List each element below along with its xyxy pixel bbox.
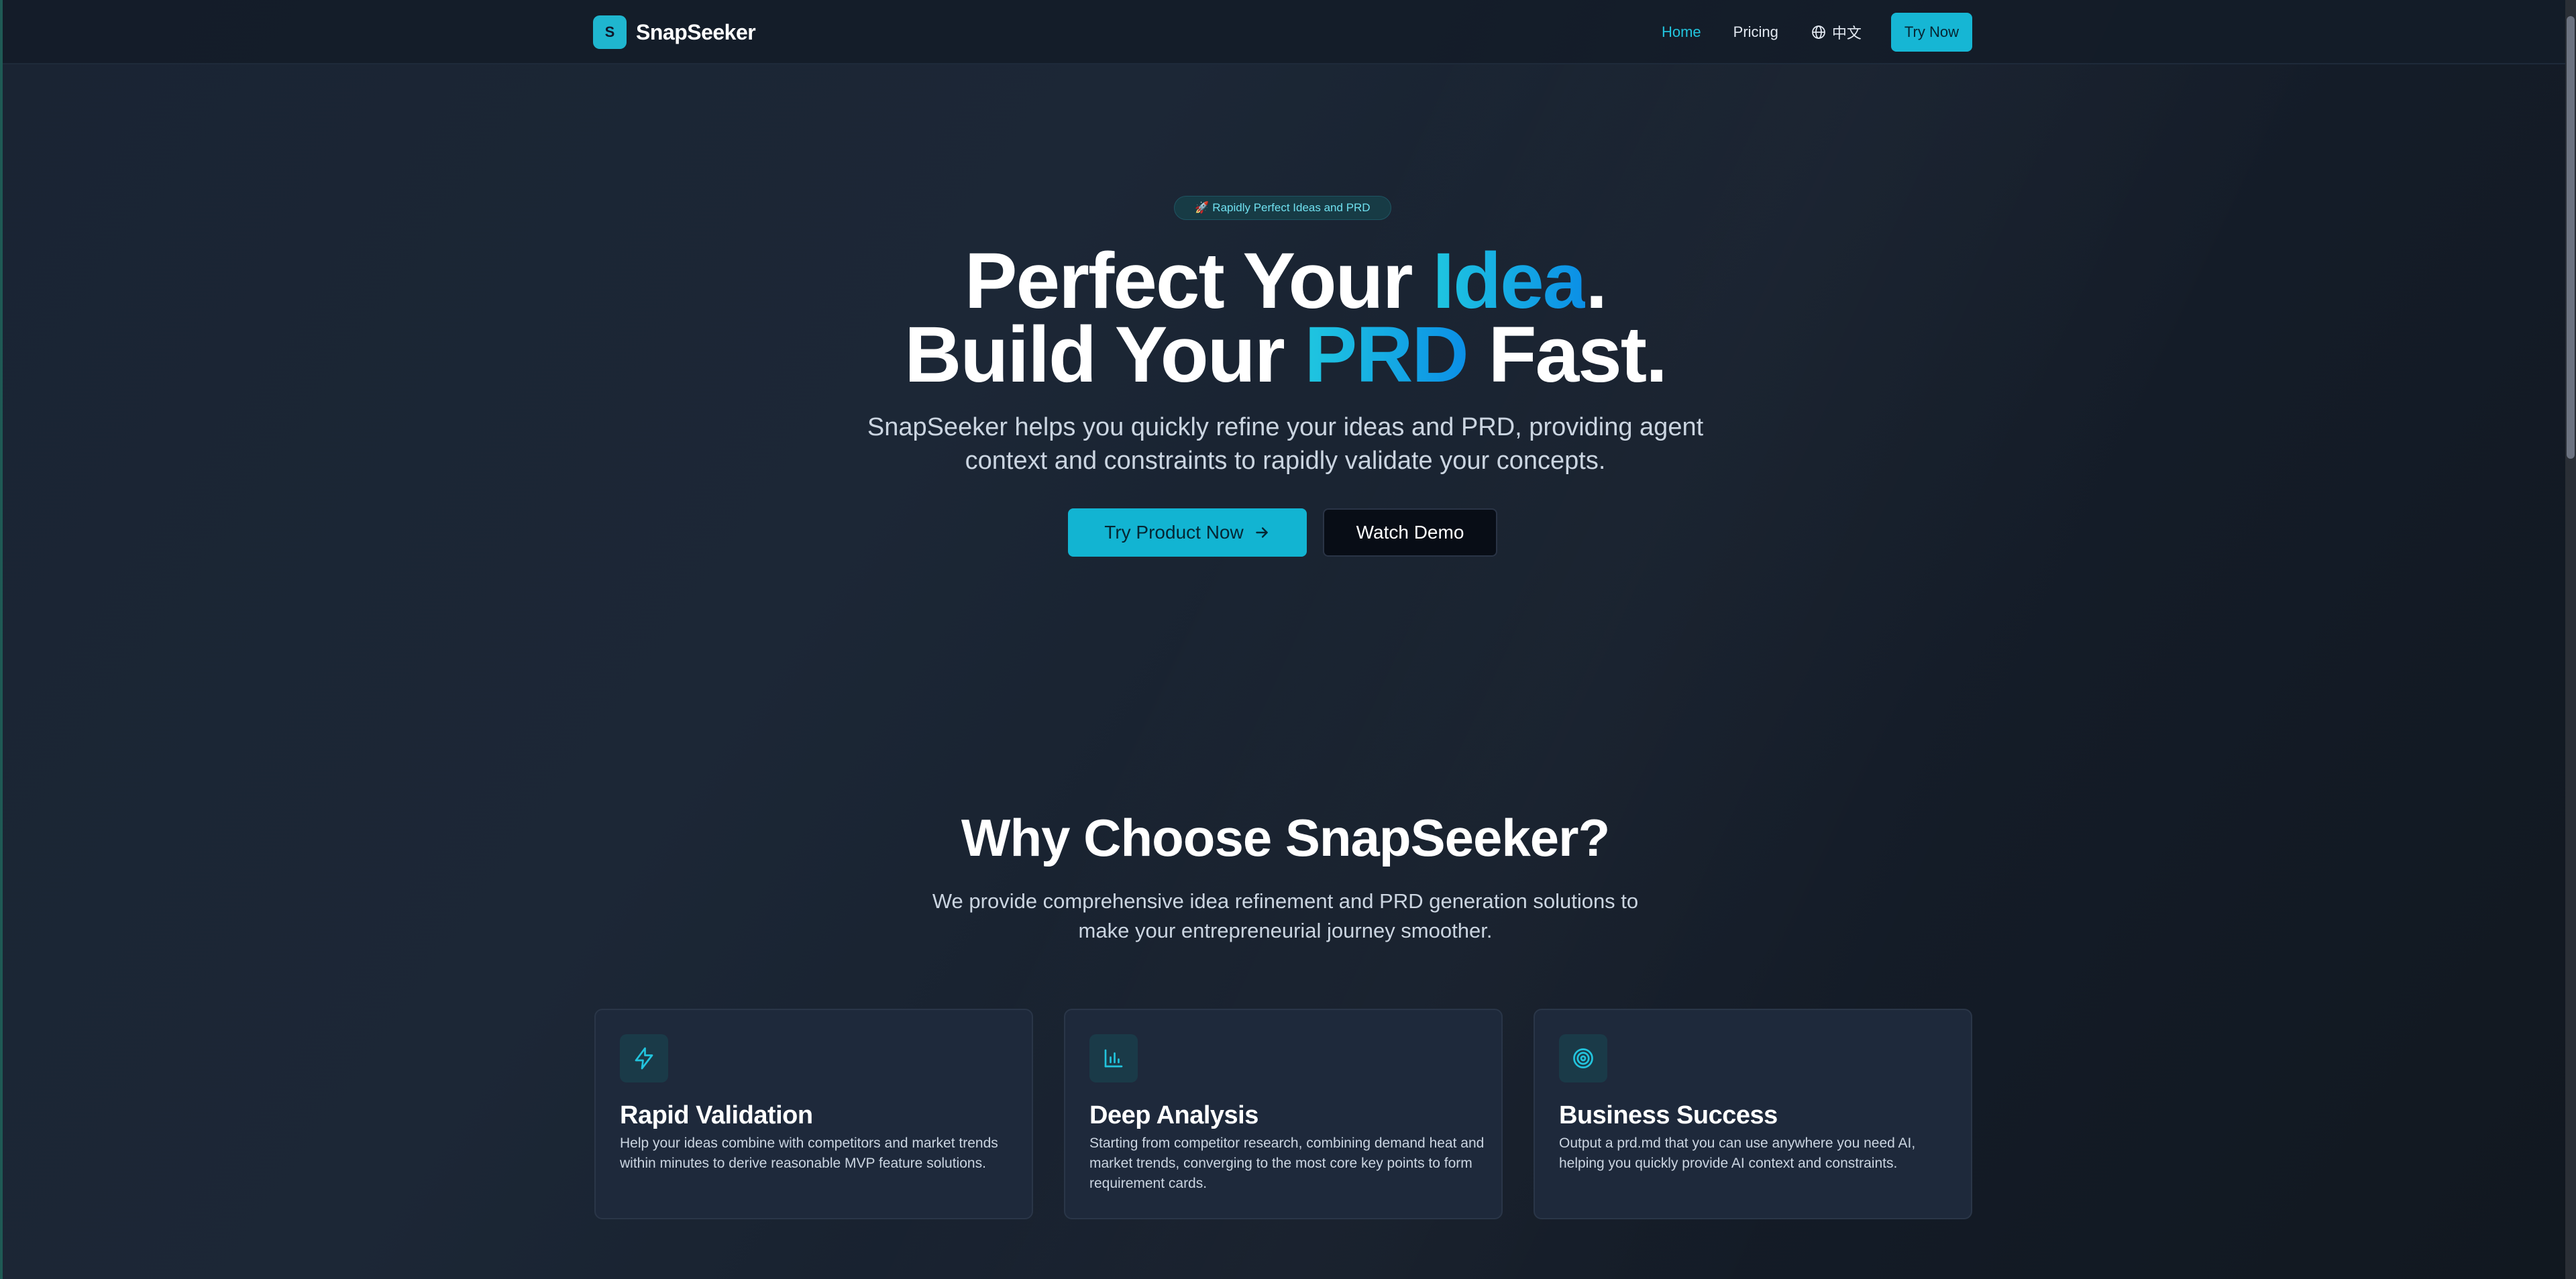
target-icon <box>1573 1048 1593 1068</box>
bar-chart-icon <box>1104 1049 1123 1068</box>
hero-title-2-pre: Build Your <box>904 311 1305 399</box>
card-title: Business Success <box>1559 1101 1778 1129</box>
lightning-icon <box>635 1047 653 1070</box>
feature-card-rapid-validation: Rapid Validation Help your ideas combine… <box>594 1009 1033 1219</box>
card-description: Help your ideas combine with competitors… <box>620 1135 998 1171</box>
card-icon-wrapper <box>620 1034 668 1082</box>
why-subtitle-line-2: make your entrepreneurial journey smooth… <box>1078 919 1493 942</box>
language-label: 中文 <box>1831 25 1862 42</box>
card-icon-wrapper <box>1089 1034 1138 1082</box>
brand-name: SnapSeeker <box>636 19 756 44</box>
nav-link-home[interactable]: Home <box>1662 23 1701 41</box>
hero-title-2-accent: PRD <box>1304 311 1469 399</box>
language-switcher[interactable]: 中文 <box>1811 21 1862 43</box>
card-title: Rapid Validation <box>620 1101 813 1129</box>
hero-title-line-2: Build Your PRD Fast. <box>3 315 2568 394</box>
try-product-now-label: Try Product Now <box>1104 522 1244 543</box>
page-scrollbar[interactable] <box>2565 0 2576 1279</box>
hero-badge: 🚀 Rapidly Perfect Ideas and PRD <box>1174 196 1391 220</box>
nav-link-pricing[interactable]: Pricing <box>1733 23 1778 41</box>
hero-subtitle-line-1: SnapSeeker helps you quickly refine your… <box>867 413 1704 441</box>
card-icon-wrapper <box>1559 1034 1607 1082</box>
card-description: Starting from competitor research, combi… <box>1089 1135 1485 1191</box>
hero-subtitle-line-2: context and constraints to rapidly valid… <box>965 447 1606 475</box>
card-description: Output a prd.md that you can use anywher… <box>1559 1135 1916 1171</box>
arrow-right-icon <box>1255 527 1268 538</box>
scrollbar-thumb[interactable] <box>2567 16 2575 459</box>
landing-page: S SnapSeeker Home Pricing 中文 Try Now 🚀 R… <box>0 0 2576 1279</box>
why-subtitle-line-1: We provide comprehensive idea refinement… <box>932 889 1639 913</box>
watch-demo-button[interactable]: Watch Demo <box>1323 508 1497 557</box>
hero-title-2-post: Fast. <box>1467 311 1667 399</box>
try-now-button[interactable]: Try Now <box>1890 13 1972 52</box>
brand[interactable]: S SnapSeeker <box>593 15 756 49</box>
badge-text: 🚀 Rapidly Perfect Ideas and PRD <box>1195 201 1371 214</box>
brand-logo: S <box>593 15 627 49</box>
nav-links: Home Pricing 中文 Try Now <box>1662 13 1972 52</box>
globe-icon <box>1812 25 1825 39</box>
top-navigation: S SnapSeeker Home Pricing 中文 Try Now <box>3 0 2568 64</box>
feature-card-business-success: Business Success Output a prd.md that yo… <box>1534 1009 1972 1219</box>
why-section-title: Why Choose SnapSeeker? <box>961 808 1610 867</box>
hero-title-line-1: Perfect Your Idea. <box>3 241 2568 321</box>
nav-container: S SnapSeeker Home Pricing 中文 Try Now <box>593 0 1972 64</box>
card-title: Deep Analysis <box>1089 1101 1258 1129</box>
try-product-now-button[interactable]: Try Product Now <box>1068 508 1307 557</box>
feature-card-deep-analysis: Deep Analysis Starting from competitor r… <box>1064 1009 1503 1219</box>
